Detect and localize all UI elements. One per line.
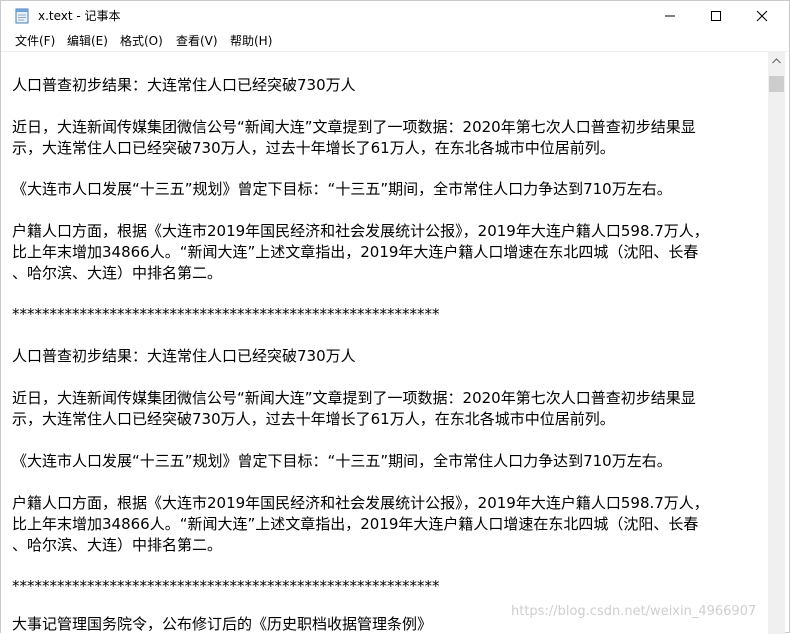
title-bar[interactable]: x.text - 记事本 [1, 1, 789, 31]
watermark-text: https://blog.csdn.net/weixin_4966907 [511, 604, 757, 619]
text-line: 《大连市人口发展“十三五”规划》曾定下目标：“十三五”期间，全市常住人口力争达到… [12, 180, 672, 198]
text-line: 户籍人口方面，根据《大连市2019年国民经济和社会发展统计公报》，2019年大连… [12, 222, 709, 240]
close-button[interactable] [739, 1, 785, 31]
text-line: 、哈尔滨、大连）中排名第二。 [12, 536, 223, 554]
text-editor[interactable]: 人口普查初步结果：大连常住人口已经突破730万人 近日，大连新闻传媒集团微信公号… [1, 52, 768, 634]
menu-bar: 文件(F) 编辑(E) 格式(O) 查看(V) 帮助(H) [1, 31, 789, 52]
scroll-up-button[interactable] [768, 52, 785, 69]
text-line: 比上年末增加34866人。“新闻大连”上述文章指出，2019年大连户籍人口增速在… [12, 243, 699, 261]
menu-file[interactable]: 文件(F) [15, 33, 55, 49]
text-line: 人口普查初步结果：大连常住人口已经突破730万人 [12, 76, 356, 94]
text-line: 、哈尔滨、大连）中排名第二。 [12, 264, 223, 282]
vertical-scrollbar[interactable] [768, 52, 785, 634]
text-line: 户籍人口方面，根据《大连市2019年国民经济和社会发展统计公报》，2019年大连… [12, 494, 709, 512]
minimize-icon [665, 15, 675, 17]
text-line: 《大连市人口发展“十三五”规划》曾定下目标：“十三五”期间，全市常住人口力争达到… [12, 452, 672, 470]
text-line: 近日，大连新闻传媒集团微信公号“新闻大连”文章提到了一项数据：2020年第七次人… [12, 389, 696, 407]
chevron-up-icon [772, 57, 781, 63]
text-line: 示，大连常住人口已经突破730万人，过去十年增长了61万人，在东北各城市中位居前… [12, 410, 615, 428]
minimize-button[interactable] [647, 1, 693, 31]
notepad-icon [15, 8, 29, 24]
menu-help[interactable]: 帮助(H) [230, 33, 272, 49]
menu-format[interactable]: 格式(O) [120, 33, 163, 49]
menu-edit[interactable]: 编辑(E) [67, 33, 108, 49]
notepad-window: x.text - 记事本 文件(F) 编辑(E) 格式(O) 查看(V) 帮助(… [0, 0, 790, 634]
scroll-thumb[interactable] [769, 76, 784, 92]
text-line: 比上年末增加34866人。“新闻大连”上述文章指出，2019年大连户籍人口增速在… [12, 515, 699, 533]
separator-line: ****************************************… [12, 305, 440, 323]
text-line: 示，大连常住人口已经突破730万人，过去十年增长了61万人，在东北各城市中位居前… [12, 139, 615, 157]
maximize-icon [711, 11, 721, 21]
separator-line: ****************************************… [12, 577, 440, 595]
text-line: 人口普查初步结果：大连常住人口已经突破730万人 [12, 347, 356, 365]
close-icon [756, 10, 768, 22]
text-line: 近日，大连新闻传媒集团微信公号“新闻大连”文章提到了一项数据：2020年第七次人… [12, 118, 696, 136]
window-title: x.text - 记事本 [38, 9, 121, 23]
menu-view[interactable]: 查看(V) [176, 33, 218, 49]
maximize-button[interactable] [693, 1, 739, 31]
text-line: 大事记管理国务院令，公布修订后的《历史职档收据管理条例》 [12, 615, 433, 633]
